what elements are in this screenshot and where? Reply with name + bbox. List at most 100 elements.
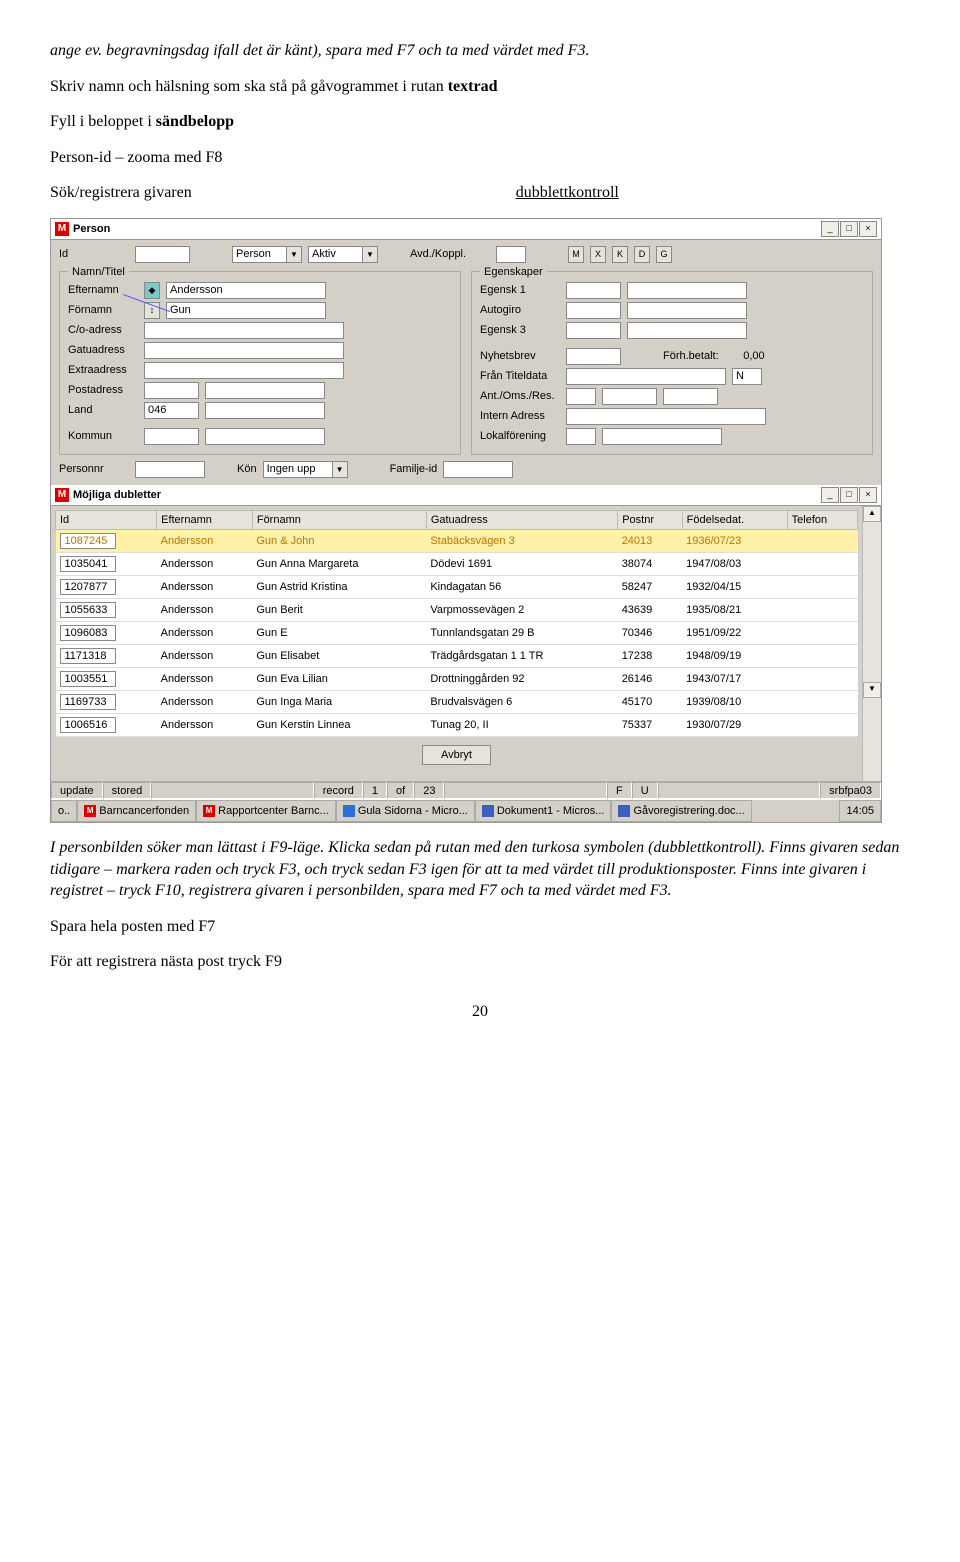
status-update: update [51, 782, 103, 799]
taskbar-label: Gula Sidorna - Micro... [358, 805, 468, 817]
col-fodelsedat[interactable]: Födelsedat. [682, 510, 787, 529]
row-gatu: Tunnlandsgatan 29 B [426, 621, 617, 644]
col-postnr[interactable]: Postnr [618, 510, 682, 529]
dubletter-window-titlebar[interactable]: M Möjliga dubletter _ □ × [51, 485, 881, 506]
doc-paragraph-7: Spara hela posten med F7 [50, 916, 910, 938]
id-field[interactable] [135, 246, 190, 263]
table-row[interactable]: 1087245AnderssonGun & JohnStabäcksvägen … [56, 529, 858, 552]
maximize-button[interactable]: □ [840, 221, 858, 237]
table-row[interactable]: 1003551AnderssonGun Eva LilianDrottningg… [56, 667, 858, 690]
eg3-text-field[interactable] [627, 322, 747, 339]
egenskaper-legend: Egenskaper [480, 266, 547, 278]
chevron-down-icon[interactable]: ▼ [333, 461, 348, 478]
doc-paragraph-3: Fyll i beloppet i sändbelopp [50, 111, 910, 133]
titeldata-n-field[interactable]: N [732, 368, 762, 385]
scrollbar[interactable]: ▲ ▼ [862, 506, 881, 781]
lokal-field[interactable] [566, 428, 596, 445]
btn-k[interactable]: K [612, 246, 628, 263]
maximize-button[interactable]: □ [840, 487, 858, 503]
close-button[interactable]: × [859, 487, 877, 503]
ant-label: Ant./Oms./Res. [480, 390, 560, 402]
lokal-text-field[interactable] [602, 428, 722, 445]
autogiro-field[interactable] [566, 302, 621, 319]
row-efternamn: Andersson [157, 552, 253, 575]
co-field[interactable] [144, 322, 344, 339]
doc-paragraph-2: Skriv namn och hälsning som ska stå på g… [50, 76, 910, 98]
aktiv-dropdown[interactable]: Aktiv [308, 246, 363, 263]
taskbar-item[interactable]: Gåvoregistrering.doc... [611, 800, 751, 822]
kon-label: Kön [237, 463, 257, 475]
nyhetsbrev-field[interactable] [566, 348, 621, 365]
eg3-field[interactable] [566, 322, 621, 339]
scroll-up-icon[interactable]: ▲ [863, 506, 881, 522]
ant1-field[interactable] [566, 388, 596, 405]
col-id[interactable]: Id [56, 510, 157, 529]
land-field[interactable]: 046 [144, 402, 199, 419]
ant3-field[interactable] [663, 388, 718, 405]
row-tel [787, 667, 857, 690]
autogiro-text-field[interactable] [627, 302, 747, 319]
person-window-titlebar[interactable]: M Person _ □ × [51, 219, 881, 240]
table-row[interactable]: 1055633AnderssonGun BeritVarpmossevägen … [56, 598, 858, 621]
table-row[interactable]: 1207877AnderssonGun Astrid KristinaKinda… [56, 575, 858, 598]
btn-m[interactable]: M [568, 246, 584, 263]
postort-field[interactable] [205, 382, 325, 399]
table-row[interactable]: 1169733AnderssonGun Inga MariaBrudvalsvä… [56, 690, 858, 713]
btn-x[interactable]: X [590, 246, 606, 263]
efternamn-field[interactable]: Andersson [166, 282, 326, 299]
minimize-button[interactable]: _ [821, 221, 839, 237]
col-efternamn[interactable]: Efternamn [157, 510, 253, 529]
chevron-down-icon[interactable]: ▼ [287, 246, 302, 263]
scroll-down-icon[interactable]: ▼ [863, 682, 881, 698]
taskbar-item[interactable]: MRapportcenter Barnc... [196, 800, 336, 822]
avd-field[interactable] [496, 246, 526, 263]
col-fornamn[interactable]: Förnamn [252, 510, 426, 529]
table-row[interactable]: 1006516AnderssonGun Kerstin LinneaTunag … [56, 713, 858, 736]
eg1-field[interactable] [566, 282, 621, 299]
kon-dropdown[interactable]: Ingen upp [263, 461, 333, 478]
row-postnr: 75337 [618, 713, 682, 736]
forhbetalt-value: 0,00 [725, 350, 765, 362]
table-row[interactable]: 1171318AnderssonGun ElisabetTrädgårdsgat… [56, 644, 858, 667]
extra-field[interactable] [144, 362, 344, 379]
taskbar-item[interactable]: Gula Sidorna - Micro... [336, 800, 475, 822]
taskbar-item[interactable]: o.. [51, 800, 77, 822]
col-telefon[interactable]: Telefon [787, 510, 857, 529]
titeldata-field[interactable] [566, 368, 726, 385]
personnr-field[interactable] [135, 461, 205, 478]
table-row[interactable]: 1096083AnderssonGun ETunnlandsgatan 29 B… [56, 621, 858, 644]
avbryt-button[interactable]: Avbryt [422, 745, 491, 765]
familje-field[interactable] [443, 461, 513, 478]
fornamn-field[interactable]: Gun [166, 302, 326, 319]
status-u: U [632, 782, 658, 799]
minimize-button[interactable]: _ [821, 487, 839, 503]
chevron-down-icon[interactable]: ▼ [363, 246, 378, 263]
intern-field[interactable] [566, 408, 766, 425]
land-name-field[interactable] [205, 402, 325, 419]
taskbar-item[interactable]: MBarncancerfonden [77, 800, 196, 822]
row-gatu: Dödevi 1691 [426, 552, 617, 575]
person-dropdown[interactable]: Person [232, 246, 287, 263]
doc-paragraph-5: Sök/registrera givaren dubblettkontroll [50, 182, 910, 204]
btn-g[interactable]: G [656, 246, 672, 263]
dubblettkontroll-button[interactable]: ◆ [144, 282, 160, 299]
familje-label: Familje-id [390, 463, 438, 475]
table-row[interactable]: 1035041AnderssonGun Anna MargaretaDödevi… [56, 552, 858, 575]
eg1-text-field[interactable] [627, 282, 747, 299]
col-gatuadress[interactable]: Gatuadress [426, 510, 617, 529]
row-efternamn: Andersson [157, 690, 253, 713]
taskbar-item[interactable]: Dokument1 - Micros... [475, 800, 612, 822]
extra-label: Extraadress [68, 364, 138, 376]
kommun-field[interactable] [144, 428, 199, 445]
ant2-field[interactable] [602, 388, 657, 405]
btn-d[interactable]: D [634, 246, 650, 263]
postnr-field[interactable] [144, 382, 199, 399]
status-db: srbfpa03 [820, 782, 881, 799]
row-fornamn: Gun E [252, 621, 426, 644]
row-tel [787, 598, 857, 621]
kommun-name-field[interactable] [205, 428, 325, 445]
status-of-n: 23 [414, 782, 444, 799]
close-button[interactable]: × [859, 221, 877, 237]
gatu-field[interactable] [144, 342, 344, 359]
dubblettkontroll-label: dubblettkontroll [516, 184, 619, 201]
